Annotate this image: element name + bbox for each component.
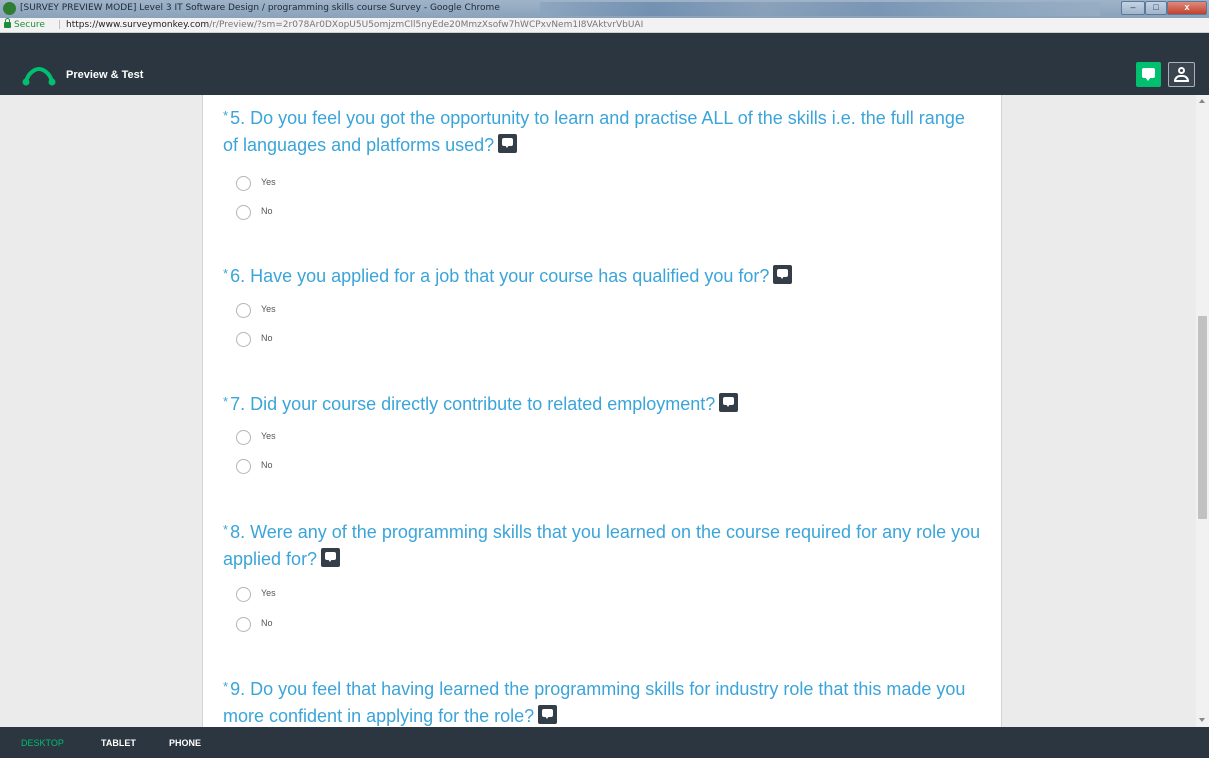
browser-title-bar: [SURVEY PREVIEW MODE] Level 3 IT Softwar…: [0, 0, 1209, 18]
surveymonkey-logo-icon[interactable]: [22, 66, 56, 86]
radio-button[interactable]: [236, 303, 251, 318]
question-text: 7. Did your course directly contribute t…: [230, 394, 716, 414]
browser-tabs[interactable]: [540, 2, 1100, 16]
surveymonkey-favicon-icon: [3, 2, 16, 15]
url-host: https://www.surveymonkey.com: [66, 20, 210, 30]
minimize-button[interactable]: –: [1121, 1, 1145, 15]
url-text[interactable]: https://www.surveymonkey.com/r/Preview/?…: [66, 18, 643, 32]
user-icon: [1178, 67, 1185, 74]
question-title: * 9. Do you feel that having learned the …: [223, 676, 983, 727]
close-window-button[interactable]: x: [1167, 1, 1207, 15]
user-icon-body: [1174, 75, 1189, 82]
question-5: * 5. Do you feel you got the opportunity …: [223, 105, 983, 159]
question-text: 6. Have you applied for a job that your …: [230, 266, 770, 286]
radio-button[interactable]: [236, 587, 251, 602]
required-asterisk: *: [223, 394, 229, 409]
tab-tablet[interactable]: TABLET: [101, 738, 136, 748]
comment-icon[interactable]: [538, 705, 558, 724]
scroll-up-arrow-icon[interactable]: [1199, 99, 1205, 103]
address-bar[interactable]: Secure | https://www.surveymonkey.com/r/…: [0, 18, 1209, 33]
question-9: * 9. Do you feel that having learned the …: [223, 676, 983, 727]
scrollbar-thumb[interactable]: [1198, 316, 1207, 519]
comments-button[interactable]: [1136, 62, 1161, 87]
secure-label: Secure: [14, 20, 45, 30]
option-label: No: [261, 618, 273, 628]
scroll-down-arrow-icon[interactable]: [1199, 718, 1205, 722]
comment-icon[interactable]: [498, 134, 518, 153]
comment-icon[interactable]: [773, 265, 793, 284]
survey-content: * 5. Do you feel you got the opportunity …: [0, 95, 1209, 727]
required-asterisk: *: [223, 108, 229, 123]
header-top-strip: [0, 33, 1209, 55]
option-label: Yes: [261, 588, 276, 598]
lock-icon: [4, 18, 11, 28]
question-6: * 6. Have you applied for a job that your…: [223, 263, 983, 290]
radio-button[interactable]: [236, 332, 251, 347]
address-separator: |: [58, 20, 62, 30]
radio-button[interactable]: [236, 617, 251, 632]
required-asterisk: *: [223, 679, 229, 694]
question-title: * 5. Do you feel you got the opportunity …: [223, 105, 983, 159]
preview-test-title: Preview & Test: [66, 69, 144, 81]
question-title: * 7. Did your course directly contribute …: [223, 391, 983, 418]
option-label: No: [261, 333, 273, 343]
device-preview-bar: DESKTOP TABLET PHONE: [0, 727, 1209, 758]
option-label: No: [261, 206, 273, 216]
window-title: [SURVEY PREVIEW MODE] Level 3 IT Softwar…: [20, 3, 500, 13]
tab-desktop[interactable]: DESKTOP: [21, 738, 64, 748]
option-label: No: [261, 460, 273, 470]
radio-button[interactable]: [236, 459, 251, 474]
radio-button[interactable]: [236, 176, 251, 191]
question-text: 5. Do you feel you got the opportunity t…: [223, 108, 965, 155]
option-label: Yes: [261, 431, 276, 441]
question-title: * 6. Have you applied for a job that your…: [223, 263, 983, 290]
app-header: Preview & Test: [0, 33, 1209, 95]
radio-button[interactable]: [236, 205, 251, 220]
user-button[interactable]: [1168, 62, 1195, 87]
comment-icon[interactable]: [321, 548, 341, 567]
option-label: Yes: [261, 304, 276, 314]
tab-phone[interactable]: PHONE: [169, 738, 201, 748]
comment-icon[interactable]: [719, 393, 739, 412]
url-path: /r/Preview/?sm=2r078Ar0DXopU5U5omjzmCll5…: [209, 20, 644, 30]
question-8: * 8. Were any of the programming skills t…: [223, 519, 983, 573]
option-label: Yes: [261, 177, 276, 187]
question-title: * 8. Were any of the programming skills t…: [223, 519, 983, 573]
required-asterisk: *: [223, 522, 229, 537]
question-7: * 7. Did your course directly contribute …: [223, 391, 983, 418]
maximize-button[interactable]: □: [1145, 1, 1167, 15]
required-asterisk: *: [223, 266, 229, 281]
survey-card: * 5. Do you feel you got the opportunity …: [202, 95, 1002, 727]
question-text: 9. Do you feel that having learned the p…: [223, 679, 966, 726]
vertical-scrollbar[interactable]: [1196, 95, 1209, 727]
radio-button[interactable]: [236, 430, 251, 445]
comment-icon: [1142, 68, 1155, 81]
